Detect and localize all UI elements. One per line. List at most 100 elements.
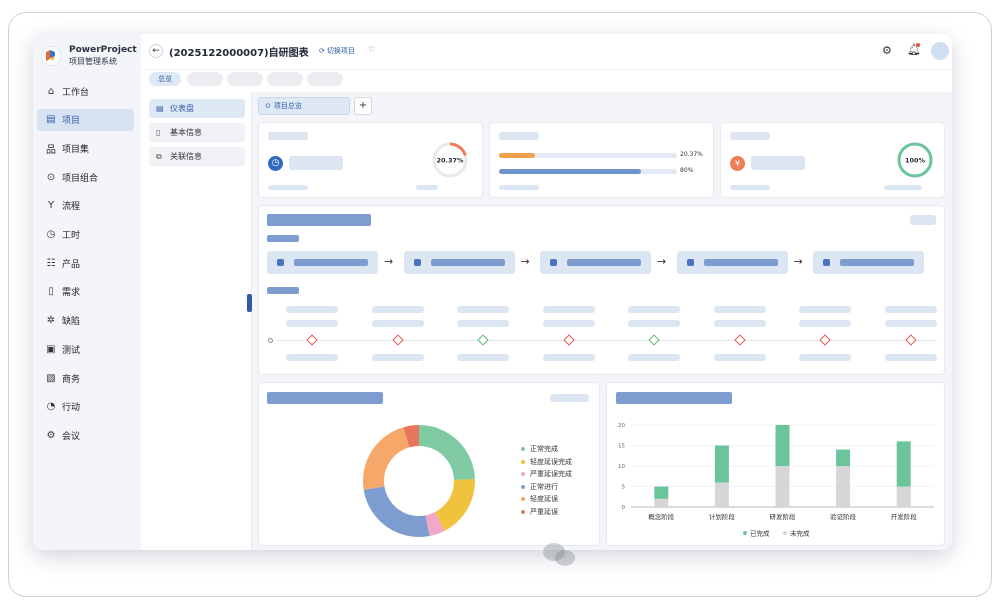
milestone-text-placeholder xyxy=(799,320,851,327)
coin-icon: ¥ xyxy=(730,156,745,171)
sidebar-item[interactable]: ▤ 项目 xyxy=(37,108,134,131)
bar-segment-incomplete[interactable] xyxy=(836,466,851,507)
sidebar-item[interactable]: ▧ 商务 xyxy=(37,367,134,389)
card-action-placeholder[interactable] xyxy=(550,394,589,402)
tab-placeholder[interactable] xyxy=(187,72,223,86)
sidebar-item[interactable]: 品项目集 xyxy=(37,137,134,159)
x-tick-label: 概念阶段 xyxy=(648,512,675,521)
card-title-placeholder xyxy=(267,214,371,226)
x-tick-label: 开发阶段 xyxy=(891,512,918,521)
legend-item[interactable]: 正常完成 xyxy=(521,444,558,454)
sidebar-item[interactable]: ⌂ 工作台 xyxy=(37,80,134,102)
sidebar-item[interactable]: ⚙ 会议 xyxy=(37,424,134,446)
donut-slice[interactable] xyxy=(363,427,410,490)
legend-dot-icon xyxy=(521,447,525,451)
bar-segment-complete[interactable] xyxy=(836,449,851,466)
x-tick-label: 验证阶段 xyxy=(830,512,857,521)
legend-item[interactable]: 正常进行 xyxy=(521,482,558,492)
legend-item[interactable]: 严重延误完成 xyxy=(521,469,572,479)
switch-project-button[interactable]: ⟳ 切换项目 xyxy=(319,46,355,56)
project-icon: ▤ xyxy=(46,114,56,126)
phase-box[interactable] xyxy=(813,251,924,274)
bar-segment-incomplete[interactable] xyxy=(654,498,669,507)
phase-box[interactable] xyxy=(540,251,651,274)
add-tab-button[interactable]: + xyxy=(354,97,372,115)
progress-bar-1-fill xyxy=(499,153,536,158)
sidebar-item[interactable]: ◔ 行动 xyxy=(37,396,134,418)
sidebar-item-label: 行动 xyxy=(62,403,81,414)
tab-placeholder[interactable] xyxy=(267,72,303,86)
milestone-text-placeholder xyxy=(457,320,509,327)
donut-slice[interactable] xyxy=(419,425,475,480)
sidebar-item[interactable]: ▣ 测试 xyxy=(37,338,134,360)
section-label-placeholder xyxy=(267,235,299,242)
legend-label[interactable]: 已完成 xyxy=(750,529,770,538)
milestone-diamond-icon[interactable] xyxy=(391,334,404,346)
bar-segment-complete[interactable] xyxy=(896,441,911,487)
bar-segment-incomplete[interactable] xyxy=(775,466,790,507)
y-tick-label: 20 xyxy=(618,423,625,429)
subnav-dashboard-label: 仪表盘 xyxy=(170,104,194,113)
business-icon: ▧ xyxy=(46,372,56,384)
sidebar-item-label: 需求 xyxy=(62,288,81,299)
sidebar-item[interactable]: ▯ 需求 xyxy=(37,281,134,303)
phase-box[interactable] xyxy=(676,251,788,274)
card-title-placeholder xyxy=(616,392,732,404)
content-tab-project-overview[interactable]: ⊙ 项目总览 xyxy=(258,97,350,115)
overview-icon: ⊙ xyxy=(265,102,271,110)
tab-placeholder[interactable] xyxy=(227,72,263,86)
milestone-diamond-icon[interactable] xyxy=(733,334,746,346)
donut-slice[interactable] xyxy=(363,486,430,537)
sidebar-item[interactable]: ⊙ 项目组合 xyxy=(37,166,134,188)
phase-bar-chart-card: 0 5 10 15 20 概念阶段 计划阶段 研发阶段 验证阶段 开发阶段 已完成 未完成 xyxy=(606,382,945,546)
legend-item[interactable]: 轻度延误 xyxy=(521,494,558,504)
milestone-diamond-icon[interactable] xyxy=(904,334,917,346)
bar-segment-complete[interactable] xyxy=(714,445,729,483)
avatar[interactable] xyxy=(931,42,949,60)
subnav-related-info-label: 关联信息 xyxy=(170,152,202,161)
milestone-date-placeholder xyxy=(457,354,509,361)
milestone-diamond-icon[interactable] xyxy=(648,334,660,346)
kpi-card-progress: ◷ 20.37% xyxy=(258,122,483,198)
subnav-related-info[interactable]: ⧉ 关联信息 xyxy=(149,147,245,166)
sidebar-item[interactable]: Y 流程 xyxy=(37,195,134,217)
tab-overview-label: 总览 xyxy=(158,75,172,83)
collapse-handle[interactable] xyxy=(247,294,252,312)
flow-arrow-icon: → xyxy=(384,255,394,268)
dashboard-icon: ▤ xyxy=(156,104,164,113)
star-icon[interactable]: ☆ xyxy=(367,44,376,55)
tab-placeholder[interactable] xyxy=(307,72,343,86)
gear-icon[interactable]: ⚙ xyxy=(882,44,892,57)
notification-dot xyxy=(916,43,920,47)
sidebar-item[interactable]: ✲ 缺陷 xyxy=(37,310,134,332)
legend-dot-icon xyxy=(783,531,787,535)
milestone-diamond-icon[interactable] xyxy=(819,334,831,346)
bar-segment-complete[interactable] xyxy=(654,486,669,499)
sidebar-item[interactable]: ☷ 产品 xyxy=(37,252,134,274)
back-arrow-icon[interactable]: ← xyxy=(149,44,163,58)
tab-overview[interactable]: 总览 xyxy=(149,72,181,86)
subnav-dashboard[interactable]: ▤ 仪表盘 xyxy=(149,99,245,118)
milestone-diamond-icon[interactable] xyxy=(477,334,489,346)
phase-box[interactable] xyxy=(403,251,515,274)
card-action-placeholder[interactable] xyxy=(910,215,936,225)
milestone-date-placeholder xyxy=(799,354,851,361)
bar-segment-complete[interactable] xyxy=(775,425,790,466)
phase-box-label-placeholder xyxy=(567,259,641,266)
donut-slice[interactable] xyxy=(434,479,475,531)
card-title-placeholder xyxy=(268,132,308,140)
milestone-diamond-icon[interactable] xyxy=(306,334,318,346)
milestone-text-placeholder xyxy=(799,306,851,313)
bar-segment-incomplete[interactable] xyxy=(714,482,729,507)
legend-item[interactable]: 严重延误 xyxy=(521,507,558,517)
phase-box-dot xyxy=(823,259,830,266)
legend-item[interactable]: 轻度延误完成 xyxy=(521,457,572,467)
progress-ring: 20.37% xyxy=(432,142,468,178)
legend-label[interactable]: 未完成 xyxy=(790,529,810,538)
app-window: PowerProject 项目管理系统 ⌂ 工作台 ▤ 项目品项目集 ⊙ 项目组合 Y 流程 ◷… xyxy=(33,34,952,550)
milestone-diamond-icon[interactable] xyxy=(562,334,575,346)
phase-box[interactable] xyxy=(267,251,378,274)
sidebar-item[interactable]: ◷ 工时 xyxy=(37,224,134,246)
bar-segment-incomplete[interactable] xyxy=(896,486,911,508)
subnav-basic-info[interactable]: ▯ 基本信息 xyxy=(149,123,245,142)
